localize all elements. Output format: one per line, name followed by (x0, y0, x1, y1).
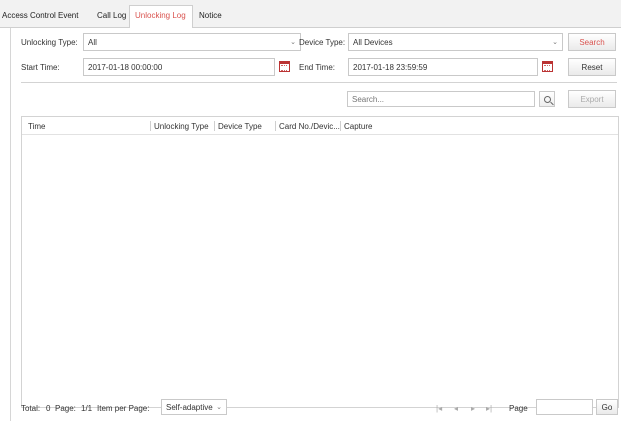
tab-bar: Access Control Event Call Log Unlocking … (0, 0, 621, 28)
column-header-unlocking-type[interactable]: Unlocking Type (154, 122, 209, 131)
start-time-label: Start Time: (21, 63, 60, 72)
total-value: 0 (46, 404, 51, 413)
search-icon-button[interactable] (539, 91, 555, 107)
divider (21, 82, 617, 83)
page-input-label: Page (509, 404, 528, 413)
search-input-box[interactable] (347, 91, 535, 107)
search-input[interactable] (348, 92, 534, 106)
calendar-icon[interactable] (279, 61, 290, 72)
chevron-down-icon: ⌄ (216, 404, 222, 411)
unlocking-log-panel: Unlocking Type: All ⌄ Device Type: All D… (10, 28, 621, 421)
device-type-value: All Devices (353, 38, 393, 47)
table-header: Time Unlocking Type Device Type Card No.… (22, 117, 618, 135)
column-header-card-no[interactable]: Card No./Devic... (279, 122, 340, 131)
column-divider (214, 121, 215, 131)
item-per-page-value: Self-adaptive (166, 403, 213, 412)
column-divider (275, 121, 276, 131)
chevron-down-icon: ⌄ (290, 39, 296, 46)
device-type-label: Device Type: (299, 38, 346, 47)
first-page-icon[interactable]: |◂ (436, 404, 442, 413)
column-divider (150, 121, 151, 131)
unlocking-type-select[interactable]: All ⌄ (83, 33, 301, 51)
unlocking-log-table: Time Unlocking Type Device Type Card No.… (21, 116, 619, 408)
page-value: 1/1 (81, 404, 93, 413)
column-header-device-type[interactable]: Device Type (218, 122, 262, 131)
column-header-time[interactable]: Time (28, 122, 45, 131)
search-button[interactable]: Search (568, 33, 616, 51)
unlocking-type-label: Unlocking Type: (21, 38, 78, 47)
page-number-input[interactable] (536, 399, 593, 415)
item-per-page-select[interactable]: Self-adaptive ⌄ (161, 399, 227, 415)
unlocking-type-value: All (88, 38, 97, 47)
last-page-icon[interactable]: ▸| (486, 404, 492, 413)
next-page-icon[interactable]: ▸ (471, 404, 475, 413)
tab-access-control-event[interactable]: Access Control Event (2, 11, 78, 20)
device-type-select[interactable]: All Devices ⌄ (348, 33, 563, 51)
end-time-value: 2017-01-18 23:59:59 (353, 63, 428, 72)
page-label: Page: (55, 404, 76, 413)
total-label: Total: (21, 404, 41, 413)
go-button[interactable]: Go (596, 399, 618, 415)
chevron-down-icon: ⌄ (552, 39, 558, 46)
end-time-label: End Time: (299, 63, 336, 72)
calendar-icon[interactable] (542, 61, 553, 72)
export-button[interactable]: Export (568, 90, 616, 108)
search-icon (543, 95, 551, 103)
column-divider (340, 121, 341, 131)
tab-unlocking-log[interactable]: Unlocking Log (135, 11, 186, 20)
end-time-input[interactable]: 2017-01-18 23:59:59 (348, 58, 538, 76)
item-per-page-label: Item per Page: (97, 404, 150, 413)
column-header-capture[interactable]: Capture (344, 122, 372, 131)
tab-call-log[interactable]: Call Log (97, 11, 126, 20)
start-time-input[interactable]: 2017-01-18 00:00:00 (83, 58, 275, 76)
previous-page-icon[interactable]: ◂ (454, 404, 458, 413)
reset-button[interactable]: Reset (568, 58, 616, 76)
tab-notice[interactable]: Notice (199, 11, 222, 20)
start-time-value: 2017-01-18 00:00:00 (88, 63, 163, 72)
